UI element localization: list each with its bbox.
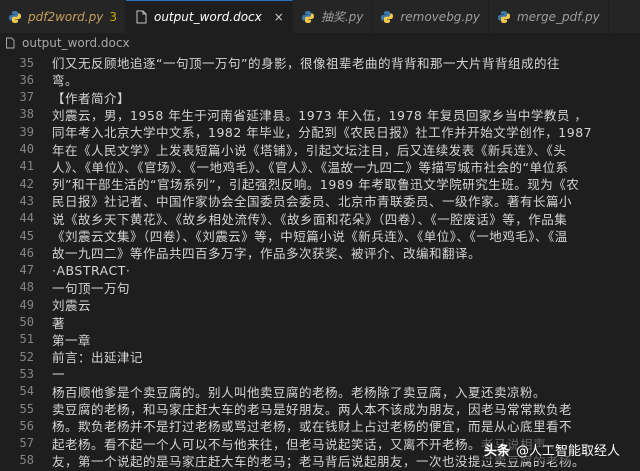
watermark: 头条 @人工智能取经人 [477,438,626,461]
line-number: 56 [19,418,34,433]
editor-tab-bar: pdf2word.py 3 output_word.docx × 抽奖.py r… [0,0,640,33]
line-number: 52 [19,349,34,364]
line-number: 40 [19,142,34,156]
tab-label: 抽奖.py [320,10,364,24]
line-number: 58 [19,453,34,468]
line-number: 55 [19,401,34,416]
tab-label: merge_pdf.py [516,9,600,24]
python-icon [497,10,510,23]
file-icon [136,10,147,24]
line-text: ·ABSTRACT· [52,262,131,278]
tab-label: removebg.py [400,9,480,24]
line-number: 47 [19,263,34,278]
line-number: 53 [19,366,34,381]
tab-choujiang[interactable]: 抽奖.py [293,0,373,33]
line-number: 57 [19,436,34,451]
line-number: 50 [19,315,34,329]
python-icon [381,10,394,23]
close-icon[interactable]: × [274,10,284,24]
line-number: 45 [19,228,34,243]
line-number: 48 [19,280,34,295]
line-number: 38 [19,107,34,122]
line-number: 43 [19,193,34,208]
problems-badge: 3 [109,9,117,24]
line-number: 44 [19,211,34,226]
breadcrumb-file: output_word.docx [22,35,130,50]
line-number: 49 [19,297,34,312]
line-number: 42 [19,176,34,191]
python-icon [301,10,314,23]
line-number: 36 [19,72,34,87]
line-number: 39 [19,124,34,139]
breadcrumb[interactable]: output_word.docx [0,33,640,52]
watermark-text: @人工智能取经人 [515,444,620,459]
tab-output-word[interactable]: output_word.docx × [125,0,293,33]
tab-pdf2word[interactable]: pdf2word.py 3 [0,0,126,33]
file-icon [6,37,15,48]
line-number: 41 [19,159,34,174]
line-number: 46 [19,245,34,260]
line-number: 37 [19,90,34,105]
tab-label: output_word.docx [153,10,262,24]
tab-removebg[interactable]: removebg.py [372,0,489,33]
line-number: 51 [19,332,34,347]
line-number: 54 [19,384,34,399]
line-number: 35 [19,55,34,70]
editor-area[interactable]: 35 们又无反顾地追逐“一句顶一万句”的身影，很像祖辈老曲的背背和那一大片背背组成… [0,52,640,471]
tab-label: pdf2word.py [28,9,104,24]
watermark-logo: 头条 [483,444,510,459]
python-icon [9,10,21,23]
tab-merge-pdf[interactable]: merge_pdf.py [489,0,609,33]
